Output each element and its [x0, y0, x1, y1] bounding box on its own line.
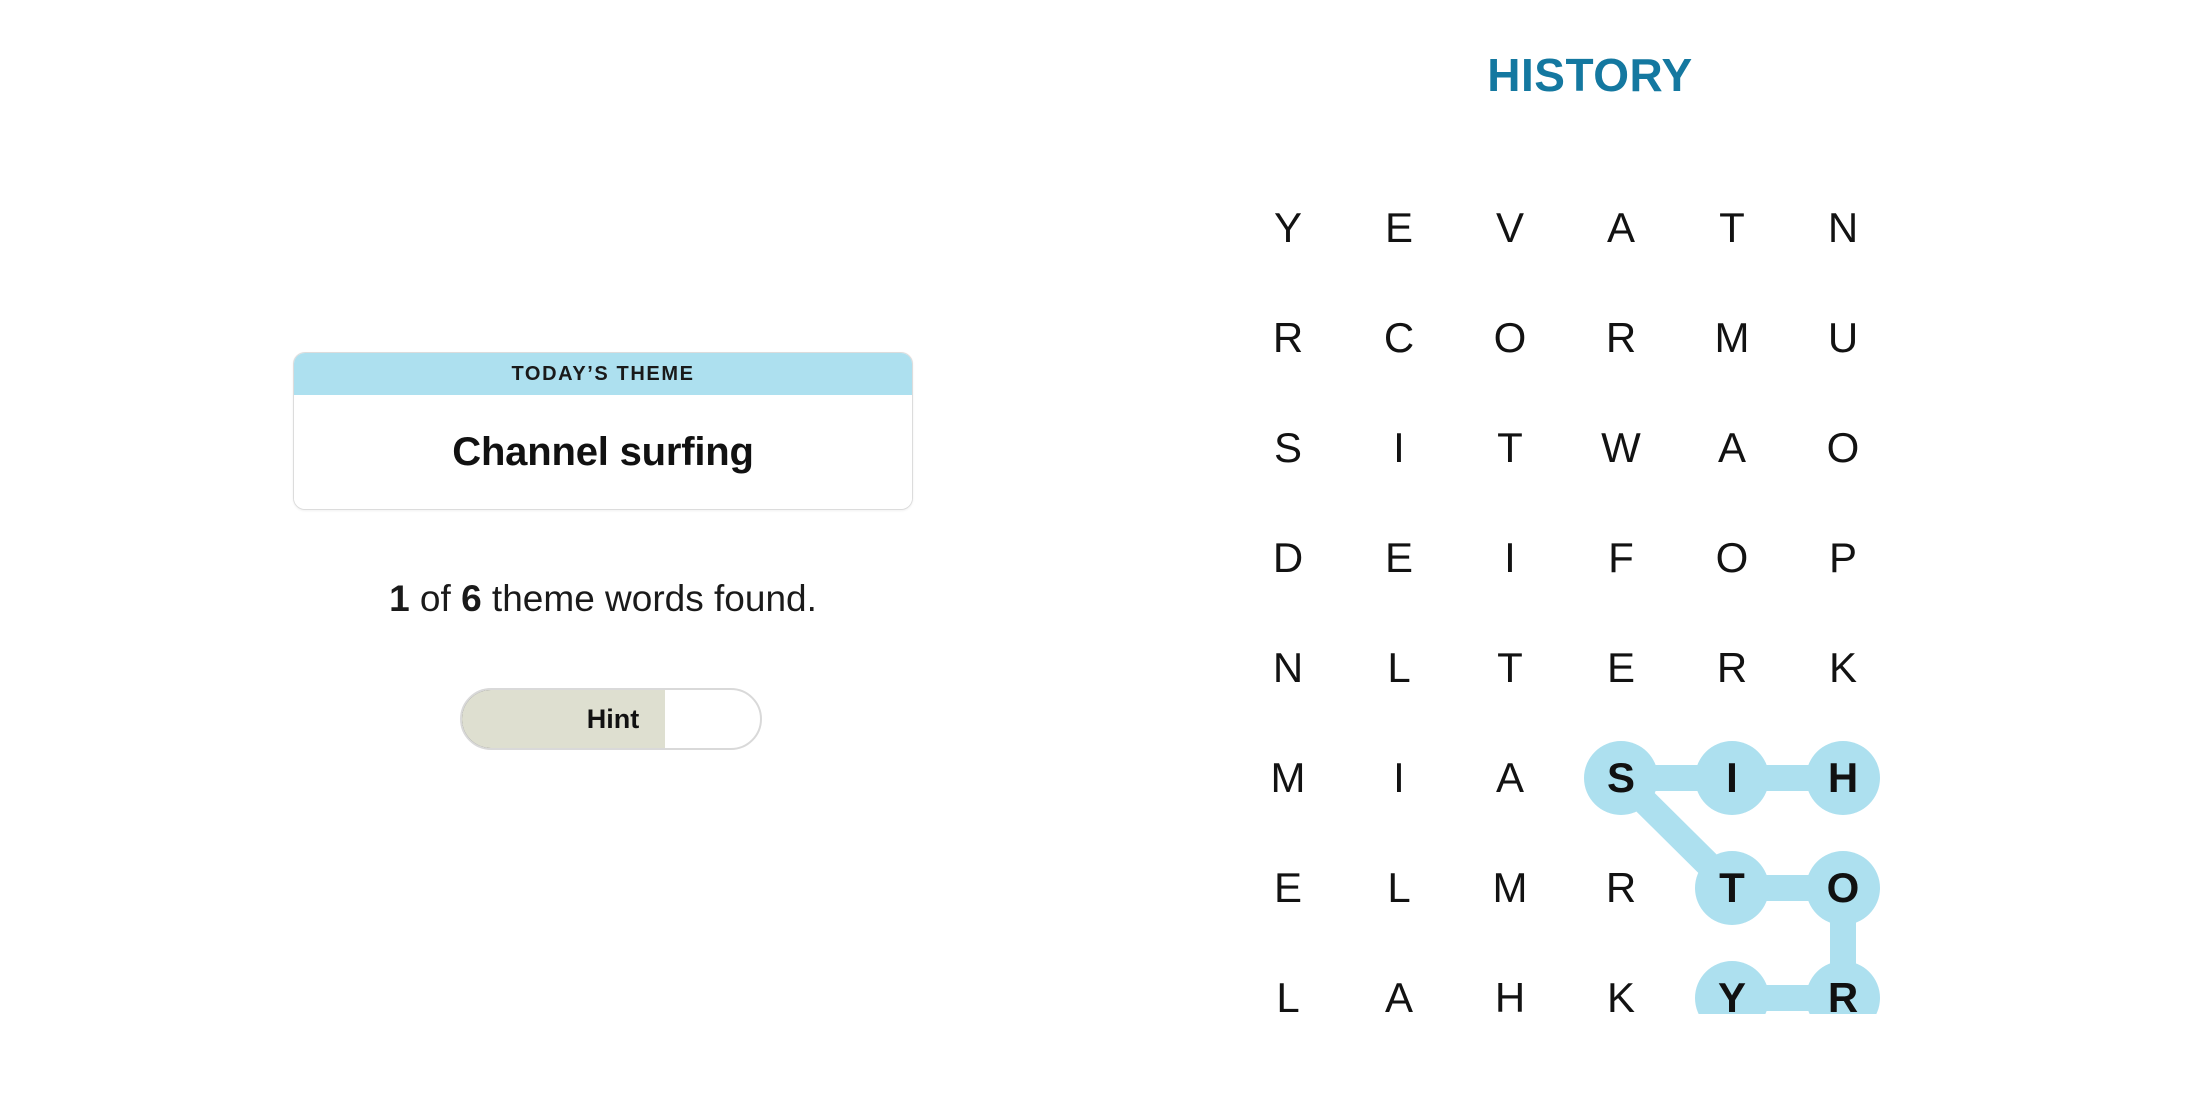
left-panel: TODAY’S THEME Channel surfing 1 of 6 the… [0, 0, 1210, 1100]
puzzle-title: HISTORY [1487, 49, 1693, 101]
grid-cell-r7c6[interactable]: O [1805, 850, 1881, 926]
total-count: 6 [461, 578, 482, 619]
grid-cell-r5c6[interactable]: K [1805, 630, 1881, 706]
found-count: 1 [389, 578, 410, 619]
grid-cell-r1c4[interactable]: A [1583, 190, 1659, 266]
grid-cell-r6c3[interactable]: A [1472, 740, 1548, 816]
grid-cell-r2c3[interactable]: O [1472, 300, 1548, 376]
grid-cell-r4c3[interactable]: I [1472, 520, 1548, 596]
hint-button-label: Hint [586, 703, 640, 734]
grid-cell-r7c4[interactable]: R [1583, 850, 1659, 926]
grid-cell-r4c6[interactable]: P [1805, 520, 1881, 596]
grid-cell-r6c5[interactable]: I [1694, 740, 1770, 816]
grid-cell-r6c2[interactable]: I [1361, 740, 1437, 816]
right-panel: HISTORY YEVATNRCORMUSITWAODEIFOPNLTERKMI… [1210, 0, 2200, 1100]
grid-cell-r7c2[interactable]: L [1361, 850, 1437, 926]
grid-cell-r1c1[interactable]: Y [1250, 190, 1326, 266]
grid-cell-r8c2[interactable]: A [1361, 960, 1437, 1036]
grid-cell-r3c1[interactable]: S [1250, 410, 1326, 486]
grid-cell-r1c2[interactable]: E [1361, 190, 1437, 266]
theme-card-body: Channel surfing [294, 395, 912, 509]
grid-cell-r7c5[interactable]: T [1694, 850, 1770, 926]
grid-cell-r5c1[interactable]: N [1250, 630, 1326, 706]
grid-cell-r5c5[interactable]: R [1694, 630, 1770, 706]
grid-cell-r3c4[interactable]: W [1583, 410, 1659, 486]
grid-cell-r6c1[interactable]: M [1250, 740, 1326, 816]
grid-cell-r5c2[interactable]: L [1361, 630, 1437, 706]
grid-cell-r1c6[interactable]: N [1805, 190, 1881, 266]
grid-cell-r8c5[interactable]: Y [1694, 960, 1770, 1036]
grid-cell-r2c4[interactable]: R [1583, 300, 1659, 376]
grid-cell-r3c5[interactable]: A [1694, 410, 1770, 486]
grid-cell-r1c5[interactable]: T [1694, 190, 1770, 266]
grid-cell-r3c3[interactable]: T [1472, 410, 1548, 486]
theme-card: TODAY’S THEME Channel surfing [293, 352, 913, 510]
grid-cell-r4c2[interactable]: E [1361, 520, 1437, 596]
theme-card-label: TODAY’S THEME [511, 362, 695, 385]
grid-letters: YEVATNRCORMUSITWAODEIFOPNLTERKMIASIHELMR… [1250, 164, 1893, 1019]
progress-prefix: of [409, 578, 462, 619]
grid-cell-r3c2[interactable]: I [1361, 410, 1437, 486]
grid-cell-r7c3[interactable]: M [1472, 850, 1548, 926]
theme-title: Channel surfing [452, 429, 754, 474]
grid-cell-r4c5[interactable]: O [1694, 520, 1770, 596]
grid-cell-r3c6[interactable]: O [1805, 410, 1881, 486]
grid-cell-r8c4[interactable]: K [1583, 960, 1659, 1036]
grid-cell-r8c3[interactable]: H [1472, 960, 1548, 1036]
grid-cell-r2c1[interactable]: R [1250, 300, 1326, 376]
grid-cell-r5c3[interactable]: T [1472, 630, 1548, 706]
grid-cell-r2c6[interactable]: U [1805, 300, 1881, 376]
grid-cell-r4c4[interactable]: F [1583, 520, 1659, 596]
grid-cell-r2c5[interactable]: M [1694, 300, 1770, 376]
grid-cell-r6c4[interactable]: S [1583, 740, 1659, 816]
grid-cell-r5c4[interactable]: E [1583, 630, 1659, 706]
progress-suffix: theme words found. [481, 578, 817, 619]
theme-words-progress: 1 of 6 theme words found. [293, 578, 913, 620]
theme-card-header: TODAY’S THEME [294, 353, 912, 395]
grid-cell-r8c1[interactable]: L [1250, 960, 1326, 1036]
grid-cell-r6c6[interactable]: H [1805, 740, 1881, 816]
grid-cell-r2c2[interactable]: C [1361, 300, 1437, 376]
grid-cell-r1c3[interactable]: V [1472, 190, 1548, 266]
grid-cell-r4c1[interactable]: D [1250, 520, 1326, 596]
grid-cell-r8c6[interactable]: R [1805, 960, 1881, 1036]
word-search-grid[interactable]: YEVATNRCORMUSITWAODEIFOPNLTERKMIASIHELMR… [1250, 164, 1893, 1019]
grid-cell-r7c1[interactable]: E [1250, 850, 1326, 926]
hint-button[interactable]: Hint [460, 688, 762, 750]
